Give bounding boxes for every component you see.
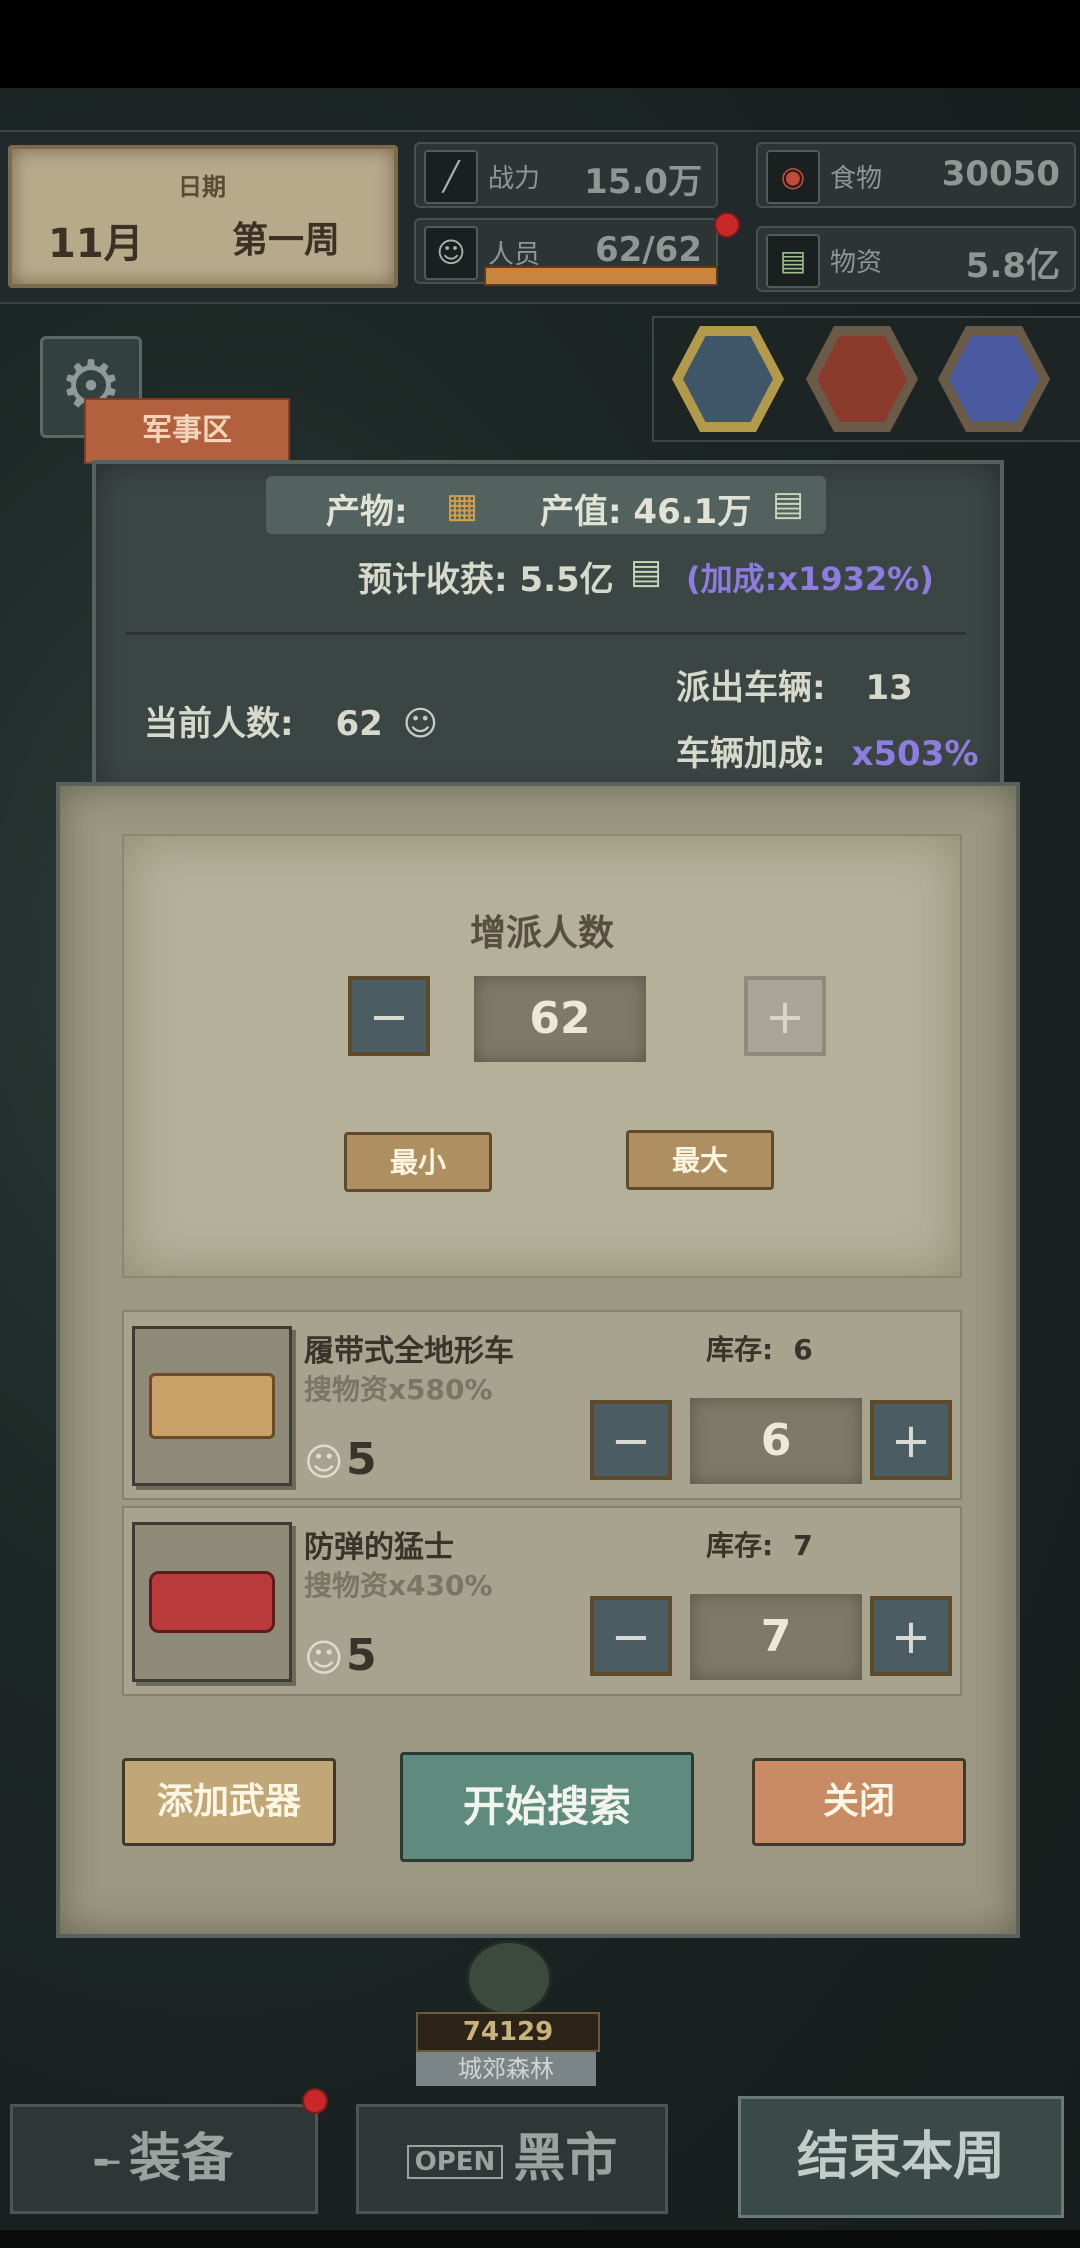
avatar: [817, 336, 907, 422]
vehicle-bonus-label: 车辆加成:: [676, 734, 826, 774]
zombie-marker-icon[interactable]: [466, 1940, 552, 2016]
avatar: [949, 336, 1039, 422]
equipment-button[interactable]: ╾ 装备: [10, 2104, 318, 2214]
vehicle-row: 履带式全地形车 搜物资x580% ☺ 5 库存: 6 − 6 +: [122, 1310, 962, 1500]
people-count: 62: [474, 976, 646, 1062]
tracked-vehicle-icon: [132, 1326, 292, 1486]
notification-dot: [714, 212, 740, 238]
food-value: 30050: [941, 154, 1060, 194]
armored-suv-icon: [132, 1522, 292, 1682]
decrease-vehicle-button[interactable]: −: [590, 1596, 672, 1676]
person-icon: ☺: [304, 1636, 344, 1680]
person-icon: ☺: [304, 1440, 344, 1484]
character-portrait-2[interactable]: [938, 326, 1050, 432]
vehicle-count: 6: [690, 1398, 862, 1484]
increase-vehicle-button[interactable]: +: [870, 1596, 952, 1676]
building-portrait[interactable]: [672, 326, 784, 432]
dispatch-dialog: 增派人数 − 62 + 最小 最大 履带式全地形车 搜物资x580% ☺ 5 库…: [56, 782, 1020, 1938]
min-button[interactable]: 最小: [344, 1132, 492, 1192]
output-strip: 产物: ▦ 产值: 46.1万 ▤: [266, 476, 826, 534]
location-name[interactable]: 城郊森林: [416, 2052, 596, 2086]
combat-value: 15.0万: [584, 162, 702, 202]
output-label: 产物:: [326, 492, 408, 532]
rifle-icon: ╾: [94, 2140, 120, 2186]
combat-label: 战力: [488, 164, 541, 194]
stock-label: 库存:: [706, 1529, 774, 1562]
cash-icon: ▤: [772, 484, 805, 524]
black-market-label: 黑市: [513, 2129, 618, 2189]
vehicle-count: 7: [690, 1594, 862, 1680]
assign-title: 增派人数: [469, 913, 614, 954]
increase-vehicle-button[interactable]: +: [870, 1400, 952, 1480]
cash-icon: ▤: [766, 234, 820, 288]
food-stat[interactable]: ◉ 食物 30050: [756, 142, 1076, 208]
meat-icon: ◉: [766, 150, 820, 204]
stock-value: 7: [793, 1529, 813, 1562]
supplies-label: 物资: [830, 248, 883, 278]
stock-label: 库存:: [706, 1333, 774, 1366]
close-button[interactable]: 关闭: [752, 1758, 966, 1846]
vehicle-stock: 库存: 7: [706, 1524, 813, 1564]
vehicle-stock: 库存: 6: [706, 1328, 813, 1368]
end-week-button[interactable]: 结束本周: [738, 2096, 1064, 2218]
combat-stat[interactable]: ╱ 战力 15.0万: [414, 142, 718, 208]
portrait-strip: [652, 316, 1080, 442]
expected-harvest: 预计收获: 5.5亿: [358, 560, 614, 600]
rifle-icon: ╱: [424, 150, 478, 204]
vehicle-name: 防弹的猛士: [304, 1530, 454, 1565]
status-bar: [0, 0, 1080, 88]
black-market-button[interactable]: OPEN 黑市: [356, 2104, 668, 2214]
assign-people-box: 增派人数 − 62 + 最小 最大: [122, 834, 962, 1278]
food-label: 食物: [830, 164, 883, 194]
vehicle-bonus-value: x503%: [851, 734, 979, 774]
date-label: 日期: [178, 173, 226, 201]
output-value: 产值: 46.1万: [540, 492, 752, 532]
system-nav-bar: [0, 2230, 1080, 2248]
vehicles-out-value: 13: [865, 668, 913, 708]
cash-icon: ▤: [630, 552, 663, 592]
equipment-label: 装备: [129, 2129, 234, 2189]
vehicle-row: 防弹的猛士 搜物资x430% ☺ 5 库存: 7 − 7 +: [122, 1506, 962, 1696]
add-weapon-button[interactable]: 添加武器: [122, 1758, 336, 1846]
supplies-value: 5.8亿: [965, 246, 1060, 286]
building-icon: [683, 336, 773, 422]
vehicle-crew: 5: [346, 1630, 377, 1681]
current-people-label: 当前人数:: [144, 704, 294, 744]
person-icon: ☺: [424, 226, 478, 280]
date-month: 11月: [48, 221, 144, 267]
people-value: 62/62: [594, 230, 702, 270]
open-sign-icon: OPEN: [406, 2145, 504, 2179]
vehicles-out-label: 派出车辆:: [676, 668, 826, 708]
crate-icon: ▦: [446, 486, 479, 526]
character-portrait-1[interactable]: [806, 326, 918, 432]
stock-value: 6: [793, 1333, 813, 1366]
max-button[interactable]: 最大: [626, 1130, 774, 1190]
increase-people-button[interactable]: +: [744, 976, 826, 1056]
start-search-button[interactable]: 开始搜索: [400, 1752, 694, 1862]
vehicle-search-bonus: 搜物资x430%: [304, 1569, 493, 1602]
current-people-value: 62: [335, 704, 383, 744]
person-icon: ☺: [402, 704, 439, 744]
vehicle-crew: 5: [346, 1434, 377, 1485]
vehicle-search-bonus: 搜物资x580%: [304, 1373, 493, 1406]
zone-tab: 军事区: [84, 398, 290, 464]
zone-tab-label: 军事区: [142, 413, 232, 448]
people-progress-bar: [484, 266, 718, 286]
decrease-people-button[interactable]: −: [348, 976, 430, 1056]
notification-dot: [302, 2088, 328, 2114]
date-week: 第一周: [232, 220, 341, 261]
zone-info-panel: 产物: ▦ 产值: 46.1万 ▤ 预计收获: 5.5亿 ▤ (加成:x1932…: [92, 460, 1004, 798]
harvest-bonus: (加成:x1932%): [686, 560, 934, 598]
location-score: 74129: [416, 2012, 600, 2052]
decrease-vehicle-button[interactable]: −: [590, 1400, 672, 1480]
supplies-stat[interactable]: ▤ 物资 5.8亿: [756, 226, 1076, 292]
vehicle-bonus: 车辆加成: x503%: [676, 726, 978, 775]
current-people: 当前人数: 62 ☺: [144, 696, 438, 745]
date-card: 日期 11月 第一周: [8, 145, 398, 288]
vehicle-name: 履带式全地形车: [304, 1334, 514, 1369]
divider: [126, 632, 966, 635]
vehicles-out: 派出车辆: 13: [676, 660, 913, 709]
